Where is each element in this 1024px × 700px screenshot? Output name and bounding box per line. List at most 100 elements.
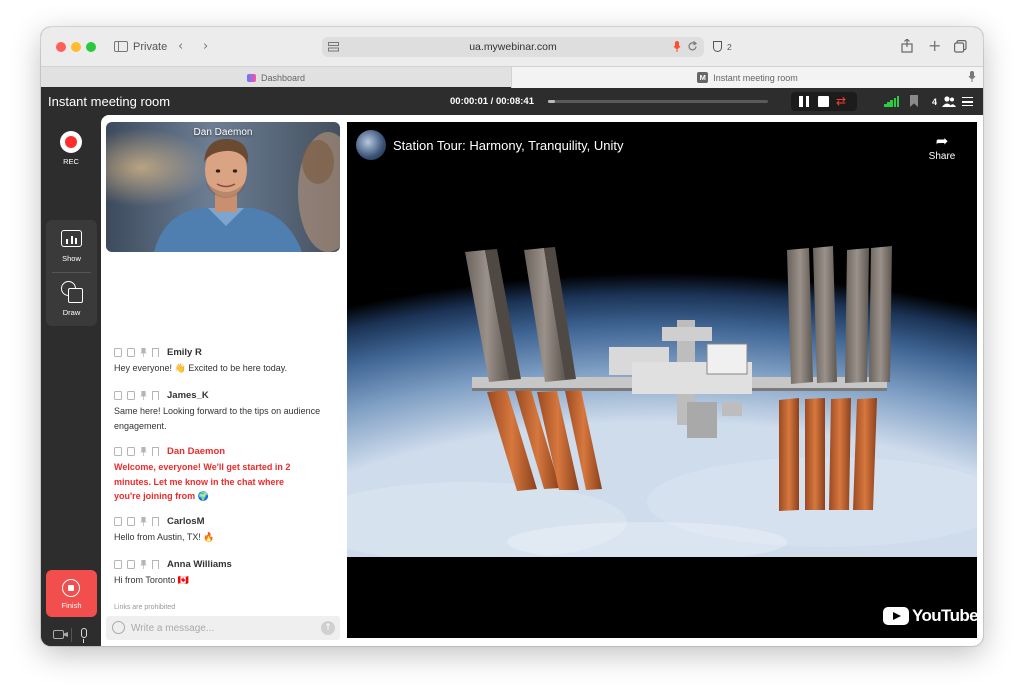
copy-icon[interactable]: [114, 447, 122, 456]
presenter-video[interactable]: Dan Daemon: [106, 122, 340, 252]
tool-panel: Show Draw: [46, 220, 97, 326]
url-text: ua.mywebinar.com: [469, 41, 557, 53]
send-icon[interactable]: ↑: [321, 621, 335, 635]
playback-progress-fill: [548, 100, 555, 103]
media-divider: [71, 628, 72, 642]
chat-message: Anna Williams Hi from Toronto 🇨🇦: [114, 558, 336, 588]
bookmark-message-icon[interactable]: [152, 560, 159, 569]
room-content: Dan Daemon Emily R Hey everyone! 👋 Excit…: [101, 115, 983, 646]
mywebinar-favicon-icon: M: [697, 72, 709, 83]
chat-composer: ↑: [106, 616, 340, 640]
left-tool-rail: REC Show Draw Finish: [41, 115, 101, 646]
draw-label: Draw: [62, 308, 81, 317]
show-button[interactable]: Show: [46, 220, 97, 270]
copy-icon[interactable]: [114, 517, 122, 526]
close-window-button[interactable]: [56, 42, 66, 52]
message-text: Same here! Looking forward to the tips o…: [114, 406, 321, 431]
stop-icon[interactable]: [818, 96, 829, 107]
youtube-logo[interactable]: YouTube: [883, 606, 977, 626]
bookmark-message-icon[interactable]: [152, 391, 159, 400]
browser-window: Private ‹ › ua.mywebinar.com 2 + Dashboa…: [41, 27, 983, 646]
message-author: James_K: [167, 390, 209, 401]
tab-bar: Dashboard M Instant meeting room: [41, 66, 983, 88]
playback-timer: 00:00:01 / 00:08:41: [450, 96, 534, 107]
privacy-shield-icon[interactable]: [713, 41, 722, 52]
private-mode-label: Private: [133, 41, 168, 53]
participants-icon[interactable]: [942, 96, 956, 107]
copy-icon[interactable]: [114, 348, 122, 357]
record-button[interactable]: [60, 131, 82, 153]
chat-message-input[interactable]: [131, 620, 311, 636]
youtube-player[interactable]: Station Tour: Harmony, Tranquility, Unit…: [347, 122, 977, 638]
video-frame: [347, 122, 977, 638]
browser-toolbar: Private ‹ › ua.mywebinar.com 2 +: [41, 27, 983, 66]
share-label: Share: [928, 151, 956, 162]
room-header: Instant meeting room 00:00:01 / 00:08:41…: [41, 88, 983, 115]
tab-dashboard[interactable]: Dashboard: [41, 67, 511, 88]
share-button[interactable]: ➦ Share: [924, 132, 960, 162]
chat-message-host: Dan Daemon Welcome, everyone! We'll get …: [114, 445, 336, 504]
copy-icon[interactable]: [114, 391, 122, 400]
message-author: Emily R: [167, 347, 202, 358]
pin-icon[interactable]: [140, 560, 147, 569]
show-label: Show: [62, 254, 81, 263]
pin-icon[interactable]: [140, 348, 147, 357]
pause-icon[interactable]: [799, 96, 809, 107]
chat-message: CarlosM Hello from Austin, TX! 🔥: [114, 515, 336, 545]
tab-overview-icon[interactable]: [954, 40, 967, 53]
pin-icon[interactable]: [140, 517, 147, 526]
playback-progress-bar[interactable]: [548, 100, 768, 103]
participant-count: 4: [932, 97, 938, 107]
chat-message: Emily R Hey everyone! 👋 Excited to be he…: [114, 346, 336, 376]
presenter-video-frame: [106, 122, 340, 252]
channel-avatar[interactable]: [356, 130, 386, 160]
bookmark-icon[interactable]: [910, 95, 918, 107]
message-author: Dan Daemon: [167, 446, 226, 457]
delete-icon[interactable]: [127, 560, 135, 569]
pin-icon[interactable]: [140, 391, 147, 400]
tab-microphone-icon[interactable]: [968, 71, 976, 83]
delete-icon[interactable]: [127, 391, 135, 400]
copy-icon[interactable]: [114, 560, 122, 569]
delete-icon[interactable]: [127, 348, 135, 357]
new-tab-icon[interactable]: +: [928, 38, 941, 54]
tab-instant-meeting-room[interactable]: M Instant meeting room: [511, 67, 983, 88]
tracker-count: 2: [727, 42, 732, 52]
bookmark-message-icon[interactable]: [152, 447, 159, 456]
chat-panel: Emily R Hey everyone! 👋 Excited to be he…: [106, 260, 340, 640]
stop-circle-icon: [62, 579, 80, 597]
bookmark-message-icon[interactable]: [152, 517, 159, 526]
bookmark-message-icon[interactable]: [152, 348, 159, 357]
pin-icon[interactable]: [140, 447, 147, 456]
message-author: Anna Williams: [167, 559, 232, 570]
address-bar[interactable]: ua.mywebinar.com: [322, 37, 704, 57]
share-page-icon[interactable]: [901, 39, 913, 53]
menu-icon[interactable]: [962, 97, 973, 106]
youtube-play-icon: [883, 607, 909, 625]
reload-icon[interactable]: [687, 41, 698, 52]
delete-icon[interactable]: [127, 517, 135, 526]
finish-button[interactable]: Finish: [46, 570, 97, 617]
minimize-window-button[interactable]: [71, 42, 81, 52]
tool-divider: [52, 272, 91, 273]
message-text: Welcome, everyone! We'll get started in …: [114, 462, 291, 501]
room-title: Instant meeting room: [48, 94, 171, 109]
camera-icon[interactable]: [53, 630, 64, 639]
dashboard-favicon-icon: [246, 73, 256, 82]
playback-controls: ⇄: [791, 92, 857, 111]
message-text: Hello from Austin, TX! 🔥: [114, 532, 215, 542]
draw-button[interactable]: Draw: [46, 274, 97, 326]
sidebar-toggle-icon[interactable]: [114, 41, 128, 52]
loop-icon[interactable]: ⇄: [836, 95, 846, 108]
presentation-icon: [61, 230, 82, 247]
emoji-icon[interactable]: [112, 621, 125, 634]
delete-icon[interactable]: [127, 447, 135, 456]
microphone-icon[interactable]: [81, 628, 87, 643]
video-title[interactable]: Station Tour: Harmony, Tranquility, Unit…: [393, 138, 623, 153]
shapes-icon: [61, 281, 83, 303]
zoom-window-button[interactable]: [86, 42, 96, 52]
forward-icon[interactable]: ›: [203, 40, 208, 53]
microphone-active-icon[interactable]: [673, 41, 681, 53]
finish-label: Finish: [61, 601, 82, 610]
back-icon[interactable]: ‹: [178, 40, 183, 53]
